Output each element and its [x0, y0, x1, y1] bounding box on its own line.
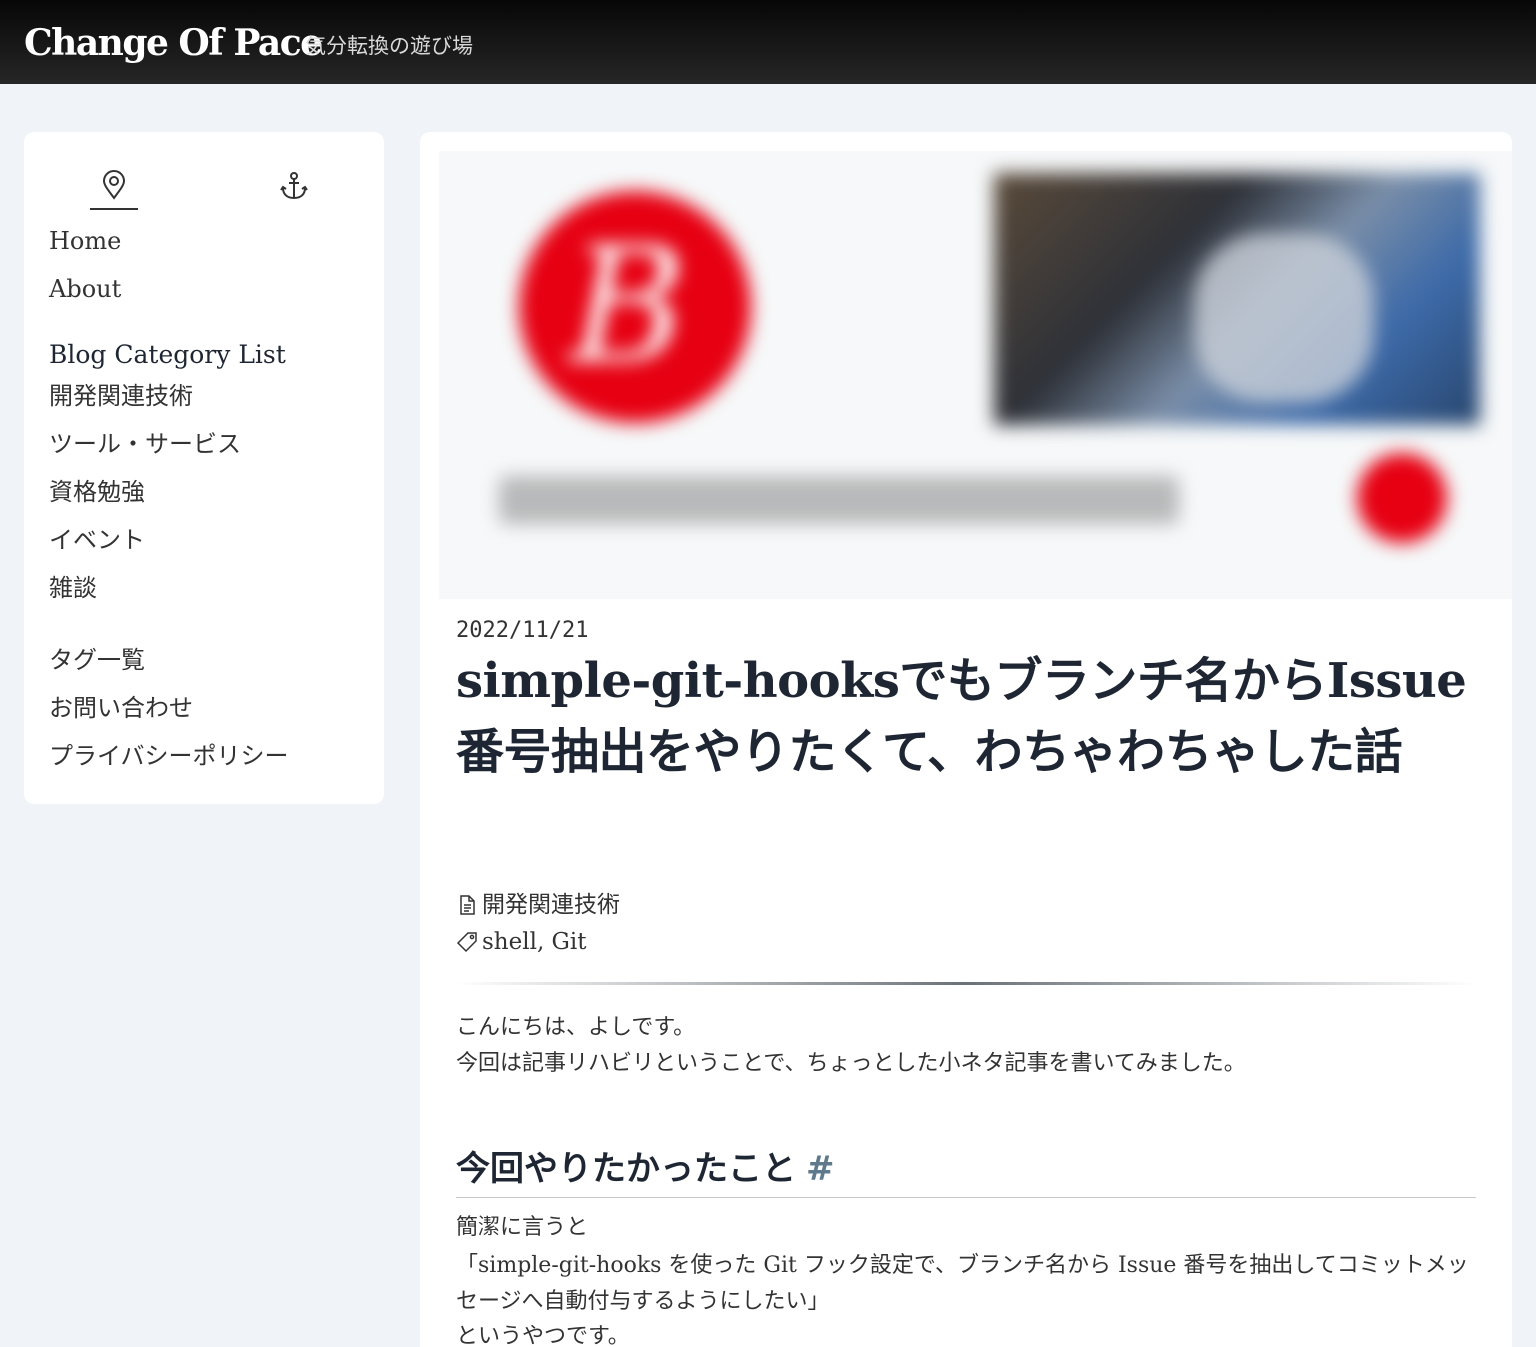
sidebar-category-dev[interactable]: 開発関連技術 — [49, 381, 193, 411]
hero-photo — [994, 173, 1480, 425]
sidebar-link-home[interactable]: Home — [49, 226, 121, 256]
body-line-2: 「simple-git-hooks を使った Git フック設定で、ブランチ名か… — [456, 1253, 1469, 1314]
sidebar-link-privacy[interactable]: プライバシーポリシー — [49, 741, 289, 771]
article-card: B 2022/11/21 simple-git-hooksでもブランチ名からIs… — [420, 132, 1512, 1347]
sidebar-link-contact[interactable]: お問い合わせ — [49, 693, 193, 723]
intro-line-1: こんにちは、よしです。 — [456, 1015, 696, 1040]
post-tags-link[interactable]: shell, Git — [482, 927, 587, 957]
tab-location[interactable] — [90, 162, 138, 210]
hero-image: B — [439, 151, 1512, 599]
sidebar-link-tags[interactable]: タグ一覧 — [49, 645, 145, 675]
document-icon — [460, 895, 475, 915]
site-header: Change Of Pace 気分転換の遊び場 — [0, 0, 1536, 84]
sidebar: Home About Blog Category List 開発関連技術 ツール… — [24, 132, 384, 804]
post-date: 2022/11/21 — [456, 618, 589, 643]
body-line-3: というやつです。 — [456, 1324, 630, 1347]
tag-icon — [456, 932, 477, 953]
site-title-link[interactable]: Change Of Pace — [24, 20, 323, 66]
section-anchor-link[interactable]: # — [806, 1149, 835, 1189]
site-subtitle: 気分転換の遊び場 — [305, 34, 473, 58]
tab-anchor[interactable] — [270, 162, 318, 210]
post-title: simple-git-hooksでもブランチ名からIssue番号抽出をやりたくて… — [456, 653, 1467, 780]
hero-caption-blur — [499, 476, 1179, 524]
intro-line-2: 今回は記事リハビリということで、ちょっとした小ネタ記事を書いてみました。 — [456, 1051, 1246, 1076]
post-category-link[interactable]: 開発関連技術 — [482, 890, 620, 920]
body-line-1: 簡潔に言うと — [456, 1215, 589, 1240]
section-heading-text: 今回やりたかったこと — [456, 1149, 796, 1189]
category-list-heading: Blog Category List — [49, 340, 286, 369]
sidebar-category-tools[interactable]: ツール・サービス — [49, 429, 241, 459]
hero-red-dot — [1357, 453, 1447, 543]
sidebar-category-certification[interactable]: 資格勉強 — [49, 477, 145, 507]
location-pin-icon — [102, 170, 126, 200]
anchor-icon — [280, 172, 308, 200]
post-tags-row: shell, Git — [456, 927, 587, 957]
sidebar-category-events[interactable]: イベント — [49, 525, 145, 555]
meta-divider — [456, 982, 1476, 985]
post-category-row: 開発関連技術 — [456, 890, 620, 920]
sidebar-link-about[interactable]: About — [49, 274, 121, 304]
sidebar-tabs — [24, 132, 384, 212]
sidebar-category-chat[interactable]: 雑談 — [49, 573, 97, 603]
section-heading: 今回やりたかったこと # — [456, 1144, 1476, 1198]
